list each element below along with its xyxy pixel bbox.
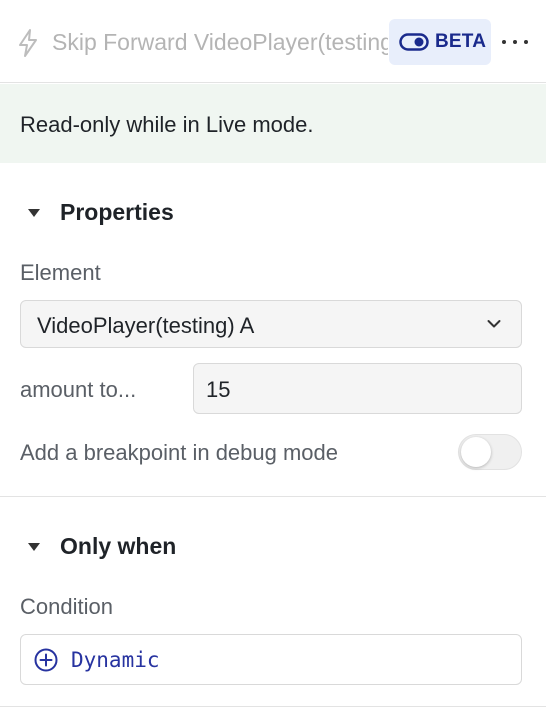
toggle-knob [461,437,491,467]
lightning-bolt-icon [19,29,37,57]
breakpoint-label: Add a breakpoint in debug mode [20,440,339,465]
amount-input-value: 15 [206,377,231,402]
chevron-down-icon [487,320,501,328]
element-select[interactable]: VideoPlayer(testing) A [20,300,522,348]
condition-label: Condition [20,594,113,619]
beta-label: BETA [435,31,487,52]
bottom-divider [0,706,546,707]
panel-header: Skip Forward VideoPlayer(testing) A BETA [0,0,546,83]
toggle-icon [399,33,429,51]
plus-circle-icon [34,648,58,672]
caret-down-icon [28,208,40,217]
read-only-banner: Read-only while in Live mode. [0,84,546,163]
properties-title: Properties [60,199,174,225]
condition-dynamic-input[interactable]: Dynamic [20,634,522,685]
dynamic-expression-text: Dynamic [71,648,160,672]
element-select-value: VideoPlayer(testing) A [37,313,255,338]
banner-text: Read-only while in Live mode. [20,112,314,137]
amount-label: amount to... [20,377,137,402]
properties-section-toggle[interactable]: Properties [28,199,174,226]
section-divider [0,496,546,497]
only-when-section-toggle[interactable]: Only when [28,533,176,560]
only-when-title: Only when [60,533,177,559]
breakpoint-toggle[interactable] [458,434,522,470]
more-options-icon[interactable] [502,28,528,56]
element-label: Element [20,260,101,285]
amount-input[interactable]: 15 [193,363,522,414]
beta-toggle-button[interactable]: BETA [389,19,491,65]
action-title: Skip Forward VideoPlayer(testing) A [52,29,388,55]
caret-down-icon [28,542,40,551]
